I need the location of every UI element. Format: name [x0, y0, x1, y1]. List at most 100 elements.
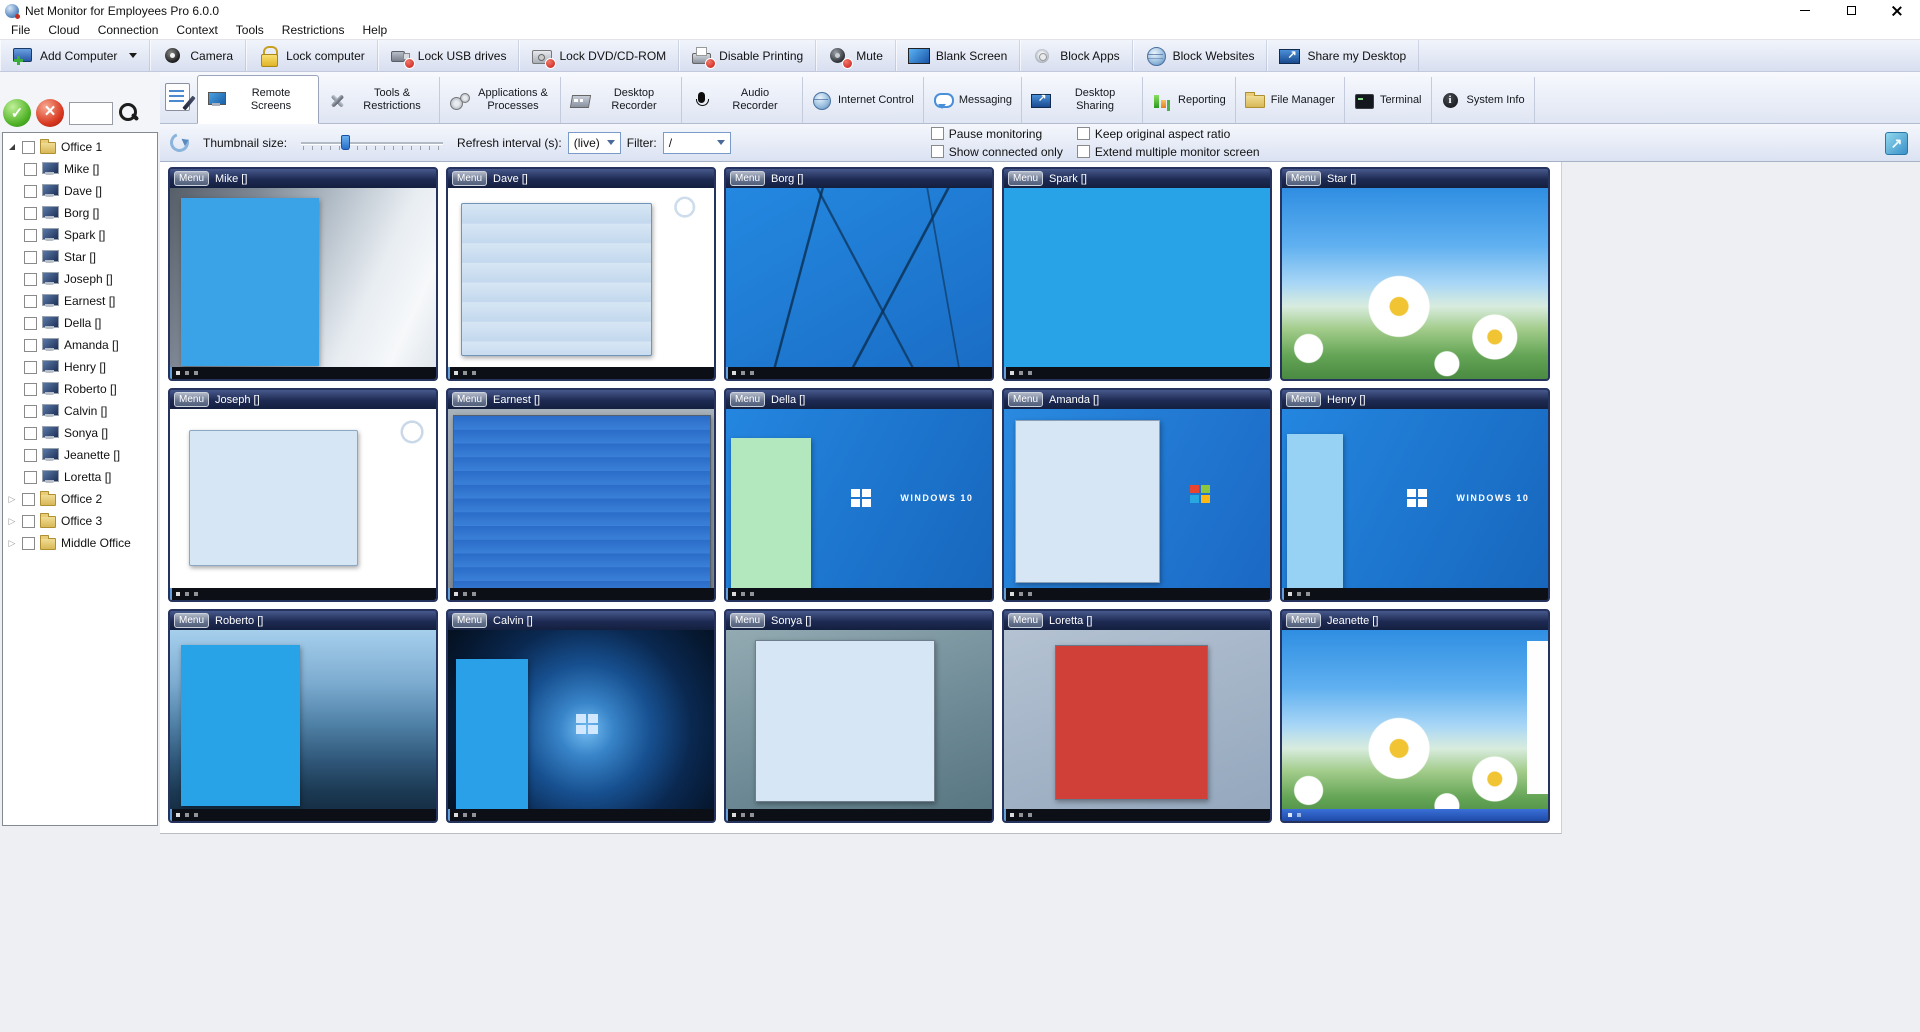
settings-checkbox[interactable]: Pause monitoring	[931, 127, 1063, 141]
toolbar-button[interactable]: Lock computer	[246, 40, 378, 71]
feature-tab[interactable]: Internet Control	[803, 77, 924, 123]
tree-computer-row[interactable]: Roberto []	[3, 378, 157, 400]
tree-computer-row[interactable]: Mike []	[3, 158, 157, 180]
remote-screen-thumbnail[interactable]: Menu Della [] WINDOWS 10	[724, 388, 994, 602]
computer-checkbox[interactable]	[24, 339, 37, 352]
thumbnail-screen[interactable]: WINDOWS 10	[1282, 409, 1548, 600]
computer-checkbox[interactable]	[24, 229, 37, 242]
tree-group-office-1[interactable]: Office 1	[3, 136, 157, 158]
minimize-button[interactable]	[1782, 0, 1828, 21]
thumbnail-screen[interactable]	[170, 409, 436, 600]
refresh-interval-select[interactable]: (live)	[568, 132, 621, 154]
toolbar-button[interactable]: Lock DVD/CD-ROM	[519, 40, 679, 71]
feature-tab[interactable]: Tools & Restrictions	[319, 77, 440, 123]
thumbnail-menu-button[interactable]: Menu	[174, 392, 209, 407]
thumbnail-menu-button[interactable]: Menu	[452, 392, 487, 407]
computer-checkbox[interactable]	[24, 361, 37, 374]
menu-item[interactable]: Cloud	[39, 22, 88, 38]
tree-computer-row[interactable]: Calvin []	[3, 400, 157, 422]
collapsed-arrow-icon[interactable]	[7, 516, 17, 527]
checkbox[interactable]	[931, 145, 944, 158]
thumbnail-menu-button[interactable]: Menu	[1286, 392, 1321, 407]
thumbnail-screen[interactable]	[448, 188, 714, 379]
thumbnail-menu-button[interactable]: Menu	[730, 171, 765, 186]
thumbnail-screen[interactable]	[1004, 188, 1270, 379]
thumbnail-menu-button[interactable]: Menu	[1008, 392, 1043, 407]
remote-screen-thumbnail[interactable]: Menu Loretta []	[1002, 609, 1272, 823]
collapsed-arrow-icon[interactable]	[7, 538, 17, 549]
feature-tab[interactable]: Desktop Sharing	[1022, 77, 1143, 123]
thumbnail-menu-button[interactable]: Menu	[174, 171, 209, 186]
slider-handle[interactable]	[341, 135, 350, 150]
thumbnail-screen[interactable]	[726, 630, 992, 821]
tree-computer-row[interactable]: Loretta []	[3, 466, 157, 488]
refresh-icon[interactable]	[167, 130, 192, 155]
expand-view-icon[interactable]	[1885, 132, 1908, 155]
thumbnail-screen[interactable]	[1282, 188, 1548, 379]
computer-checkbox[interactable]	[24, 251, 37, 264]
feature-tab[interactable]: Messaging	[924, 77, 1022, 123]
remote-screen-thumbnail[interactable]: Menu Henry [] WINDOWS 10	[1280, 388, 1550, 602]
remote-screen-thumbnail[interactable]: Menu Amanda []	[1002, 388, 1272, 602]
computer-checkbox[interactable]	[24, 383, 37, 396]
remote-screen-thumbnail[interactable]: Menu Borg []	[724, 167, 994, 381]
feature-tab[interactable]: Terminal	[1345, 77, 1432, 123]
tree-computer-row[interactable]: Dave []	[3, 180, 157, 202]
feature-tab[interactable]: File Manager	[1236, 77, 1345, 123]
toolbar-button[interactable]: Add Computer	[0, 40, 150, 71]
tree-computer-row[interactable]: Earnest []	[3, 290, 157, 312]
thumbnail-screen[interactable]	[726, 188, 992, 379]
thumbnail-menu-button[interactable]: Menu	[1008, 613, 1043, 628]
tree-computer-row[interactable]: Joseph []	[3, 268, 157, 290]
computer-checkbox[interactable]	[24, 317, 37, 330]
thumbnail-screen[interactable]	[170, 188, 436, 379]
tree-computer-row[interactable]: Amanda []	[3, 334, 157, 356]
feature-tab[interactable]: Remote Screens	[197, 75, 319, 124]
thumbnail-size-slider[interactable]	[301, 133, 443, 153]
feature-tab[interactable]: System Info	[1432, 77, 1535, 123]
checkbox[interactable]	[1077, 145, 1090, 158]
tree-group-row[interactable]: Middle Office	[3, 532, 157, 554]
feature-tab[interactable]: Desktop Recorder	[561, 77, 682, 123]
thumbnail-menu-button[interactable]: Menu	[452, 171, 487, 186]
tree-computer-row[interactable]: Borg []	[3, 202, 157, 224]
tree-computer-row[interactable]: Jeanette []	[3, 444, 157, 466]
toolbar-button[interactable]: Lock USB drives	[378, 40, 520, 71]
menu-item[interactable]: File	[2, 22, 39, 38]
remote-screen-thumbnail[interactable]: Menu Joseph []	[168, 388, 438, 602]
toolbar-button[interactable]: Share my Desktop	[1267, 40, 1419, 71]
filter-select[interactable]: /	[663, 132, 731, 154]
menu-item[interactable]: Tools	[227, 22, 273, 38]
thumbnail-menu-button[interactable]: Menu	[452, 613, 487, 628]
expand-arrow-icon[interactable]	[7, 144, 17, 150]
tree-group-row[interactable]: Office 2	[3, 488, 157, 510]
toolbar-button[interactable]: Block Apps	[1020, 40, 1132, 71]
menu-item[interactable]: Connection	[89, 22, 168, 38]
disconnect-button[interactable]	[36, 99, 64, 127]
feature-tab[interactable]: Applications & Processes	[440, 77, 561, 123]
thumbnail-menu-button[interactable]: Menu	[730, 392, 765, 407]
activity-log-icon[interactable]	[165, 83, 190, 111]
computer-checkbox[interactable]	[24, 207, 37, 220]
tree-computer-row[interactable]: Sonya []	[3, 422, 157, 444]
remote-screen-thumbnail[interactable]: Menu Star []	[1280, 167, 1550, 381]
remote-screen-thumbnail[interactable]: Menu Dave []	[446, 167, 716, 381]
computer-checkbox[interactable]	[24, 295, 37, 308]
computer-checkbox[interactable]	[24, 471, 37, 484]
thumbnail-screen[interactable]: WINDOWS 10	[726, 409, 992, 600]
tree-computer-row[interactable]: Henry []	[3, 356, 157, 378]
group-checkbox[interactable]	[22, 141, 35, 154]
settings-checkbox[interactable]: Extend multiple monitor screen	[1077, 145, 1260, 159]
remote-screen-thumbnail[interactable]: Menu Roberto []	[168, 609, 438, 823]
tree-computer-row[interactable]: Spark []	[3, 224, 157, 246]
settings-checkbox[interactable]: Keep original aspect ratio	[1077, 127, 1260, 141]
search-icon[interactable]	[118, 102, 140, 124]
thumbnail-menu-button[interactable]: Menu	[1008, 171, 1043, 186]
menu-item[interactable]: Help	[353, 22, 396, 38]
remote-screen-thumbnail[interactable]: Menu Earnest []	[446, 388, 716, 602]
checkbox[interactable]	[1077, 127, 1090, 140]
feature-tab[interactable]: Audio Recorder	[682, 77, 803, 123]
menu-item[interactable]: Context	[167, 22, 226, 38]
tree-computer-row[interactable]: Della []	[3, 312, 157, 334]
toolbar-button[interactable]: Camera	[150, 40, 246, 71]
